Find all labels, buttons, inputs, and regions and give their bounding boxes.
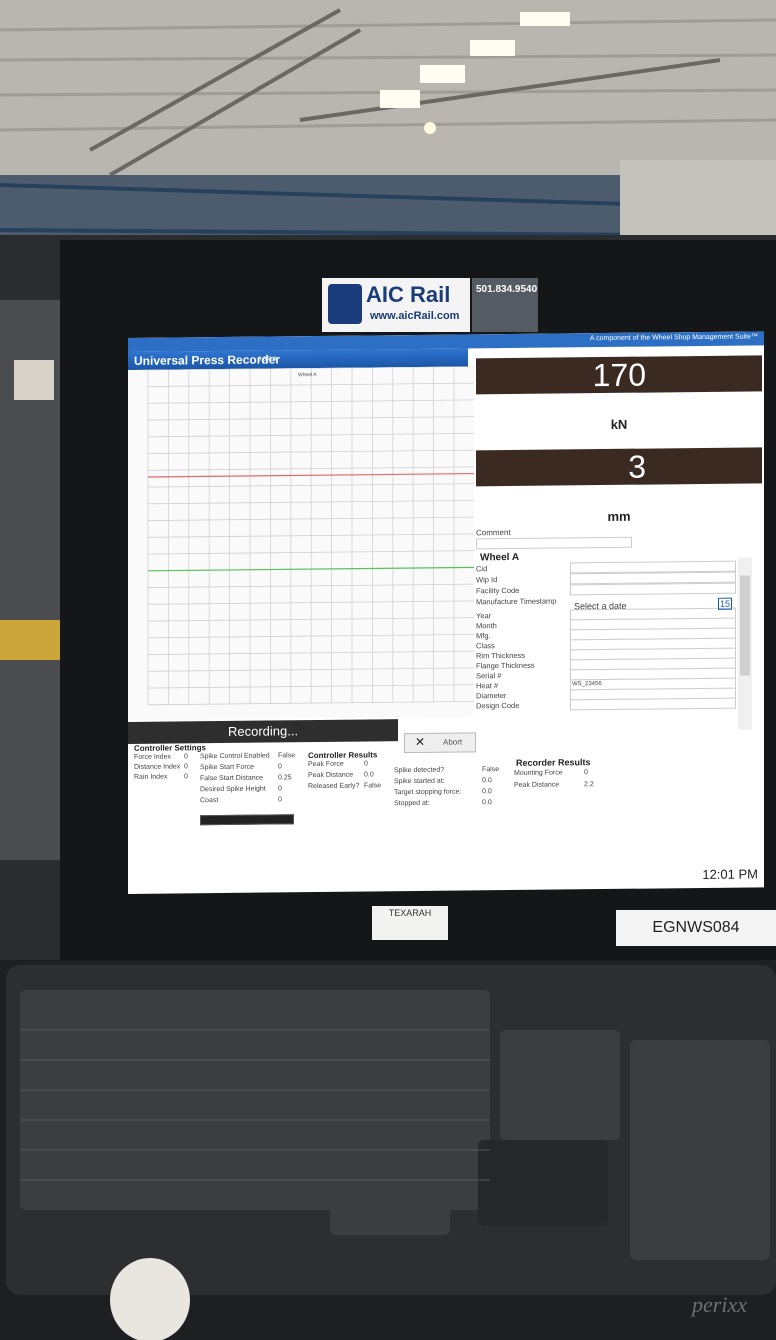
stat-label: Target stopping force:	[394, 788, 462, 797]
force-chart: Wheel A	[128, 366, 474, 720]
distance-unit: mm	[607, 508, 631, 524]
wheel-field-label: Rim Thickness	[476, 650, 526, 661]
stat-label: Peak Distance	[308, 771, 354, 780]
station-label: EGNWS084	[616, 910, 776, 946]
stat-value: 2.2	[584, 781, 594, 789]
stat-label: False Start Distance	[200, 774, 264, 783]
force-gauge: 170	[476, 355, 762, 395]
stat-value: 0.0	[482, 788, 492, 796]
wheel-field-label: Class	[476, 641, 495, 651]
sticker-text: TEXARAH	[388, 908, 432, 918]
abort-button[interactable]: ✕ Abort	[404, 732, 476, 754]
close-icon: ✕	[415, 734, 426, 749]
keyboard-brand: perixx	[692, 1292, 747, 1317]
wheel-field-label: Wip Id	[476, 575, 498, 585]
clock: 12:01 PM	[702, 866, 758, 882]
stat-value: 0	[184, 773, 188, 781]
abort-label: Abort	[443, 737, 463, 747]
train-icon	[328, 284, 362, 324]
operator-sticker: TEXARAH	[372, 906, 448, 940]
serial-value: WS_23456	[572, 681, 602, 688]
distance-gauge: 3	[476, 447, 762, 487]
stat-label: Mounting Force	[514, 769, 563, 777]
stat-value: 0	[184, 763, 188, 771]
stat-value: False	[364, 782, 382, 790]
stat-value: 0	[278, 763, 282, 771]
monitor-screen: A component of the Wheel Shop Management…	[128, 331, 764, 894]
scroll-thumb[interactable]	[740, 575, 750, 676]
controller-results-title: Controller Results	[308, 750, 378, 761]
distance-value: 3	[628, 448, 646, 485]
comment-label: Comment	[476, 527, 511, 538]
wheel-field-label: Design Code	[476, 700, 520, 711]
stat-label: Peak Force	[308, 760, 344, 769]
wheel-field-label: Flange Thickness	[476, 660, 535, 671]
stat-value: False	[482, 766, 500, 774]
force-value: 170	[592, 356, 646, 394]
stat-value: 0	[278, 796, 282, 804]
stat-value: False	[278, 752, 296, 760]
app-version: 6.3.8.8	[258, 356, 277, 363]
aic-rail-logo: AIC Rail www.aicRail.com 501.834.9540	[322, 278, 538, 332]
wheel-field-label: Manufacture Timestamp	[476, 596, 557, 607]
logo-url: www.aicRail.com	[370, 310, 460, 322]
logo-badge: AIC Rail www.aicRail.com	[322, 278, 470, 332]
stat-value: 0.0	[364, 771, 374, 779]
wheel-field-label: Mfg.	[476, 631, 491, 641]
stat-value: 0.0	[482, 799, 492, 807]
recorder-results-title: Recorder Results	[516, 757, 591, 768]
wheel-scrollbar[interactable]	[738, 557, 752, 730]
logo-brand: AIC Rail	[366, 282, 451, 307]
stat-label: Spike started at:	[394, 777, 445, 786]
recording-label: Recording...	[228, 723, 299, 739]
logo-phone-box: 501.834.9540	[472, 278, 538, 332]
wheel-field-label: Heat #	[476, 681, 499, 691]
wheel-field-input[interactable]	[570, 697, 736, 711]
wheel-field-label: Diameter	[476, 691, 507, 701]
stat-value: 0	[364, 760, 368, 768]
comment-input[interactable]	[476, 536, 632, 550]
wheel-field-label: Month	[476, 621, 497, 631]
stat-label: Spike Start Force	[200, 763, 255, 772]
stat-label: Spike Control Enabled	[200, 752, 270, 761]
wheel-title: Wheel A	[480, 551, 520, 564]
force-unit: kN	[610, 416, 628, 432]
wheel-field-label: Cid	[476, 564, 488, 574]
stat-label: Peak Distance	[514, 781, 560, 789]
stat-value: 0.25	[278, 774, 292, 782]
stat-value: 0	[184, 753, 188, 761]
wheel-field-label: Facility Code	[476, 585, 520, 596]
calendar-icon[interactable]: 15	[718, 597, 733, 610]
stat-label: Distance Index	[134, 763, 181, 771]
stat-label: Coast	[200, 797, 219, 805]
controller-settings-title: Controller Settings	[134, 743, 207, 753]
date-picker-placeholder[interactable]: Select a date	[574, 601, 627, 612]
stat-value: 0.0	[482, 777, 492, 785]
stat-label: Stopped at:	[394, 799, 430, 808]
recording-bar: Recording...	[128, 719, 398, 744]
stat-label: Spike detected?	[394, 766, 445, 775]
stat-value: 0	[584, 769, 588, 777]
stat-label: Rain Index	[134, 773, 168, 781]
stat-label: Desired Spike Height	[200, 785, 266, 794]
chart-title: Wheel A	[298, 372, 317, 378]
stat-label: Released Early?	[308, 782, 360, 791]
stat-value: 0	[278, 785, 282, 793]
logo-phone: 501.834.9540	[476, 284, 538, 295]
stat-label: Force Index	[134, 753, 171, 761]
wheel-field-label: Year	[476, 611, 492, 621]
progress-bar	[200, 814, 294, 826]
suite-banner-text: A component of the Wheel Shop Management…	[589, 333, 758, 343]
wheel-field-label: Serial #	[476, 671, 502, 681]
wheel-field-input[interactable]	[570, 582, 736, 596]
